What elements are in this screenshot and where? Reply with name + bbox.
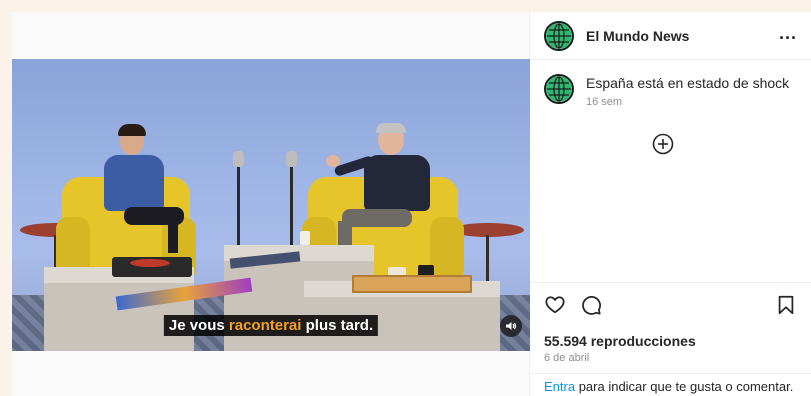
microphone-stand-right [290, 157, 293, 253]
subtitle-highlight: raconterai [228, 317, 302, 334]
video-player[interactable]: Je vous raconterai plus tard. [12, 59, 530, 351]
heart-icon[interactable] [544, 294, 566, 316]
speaker-icon [506, 322, 517, 330]
post-header: El Mundo News ... [530, 12, 811, 60]
mug-white [300, 231, 310, 245]
login-prompt: Entra para indicar que te gusta o coment… [530, 373, 811, 396]
media-area: Je vous raconterai plus tard. [12, 12, 530, 396]
microphone-left [233, 151, 244, 167]
action-icons [544, 293, 797, 317]
audio-toggle-button[interactable] [500, 315, 522, 337]
caption-timestamp[interactable]: 16 sem [586, 96, 789, 108]
bookmark-icon[interactable] [775, 294, 797, 316]
account-avatar[interactable] [544, 20, 574, 51]
globe-icon [546, 76, 572, 102]
action-bar: 55.594 reproducciones 6 de abril [530, 282, 811, 364]
plus-circle-icon [652, 133, 674, 155]
account-name-link[interactable]: El Mundo News [586, 28, 689, 44]
caption-row: España está en estado de shock 16 sem [530, 60, 811, 108]
video-subtitle: Je vous raconterai plus tard. [163, 315, 379, 336]
caption-body: España está en estado de shock 16 sem [586, 74, 789, 108]
microphone-stand-left [237, 157, 240, 253]
wooden-tray [352, 275, 472, 293]
post-card: Je vous raconterai plus tard. El Mundo N… [12, 12, 811, 396]
globe-icon [546, 22, 572, 49]
post-date: 6 de abril [544, 352, 590, 364]
view-count[interactable]: 55.594 reproducciones [544, 333, 797, 349]
person-left [100, 124, 184, 253]
more-options-button[interactable]: ... [779, 24, 797, 48]
load-more-comments-button[interactable] [652, 133, 674, 155]
post-sidebar: El Mundo News ... España está en estado … [530, 12, 811, 396]
caption-text: España está en estado de shock [586, 75, 790, 91]
microphone-right [286, 151, 297, 167]
login-prompt-text: para indicar que te gusta o comentar. [575, 379, 794, 394]
comment-icon[interactable] [580, 294, 602, 316]
login-link[interactable]: Entra [544, 379, 575, 394]
person-right [326, 123, 442, 261]
caption-avatar[interactable] [544, 74, 574, 104]
coffee-table-left [44, 273, 194, 351]
